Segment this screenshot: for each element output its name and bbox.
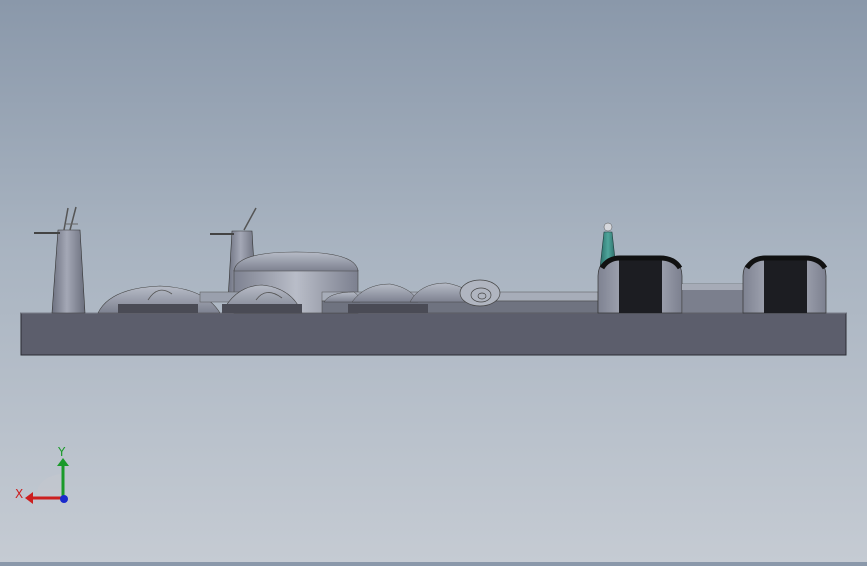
cad-3d-viewport[interactable]: Y X (0, 0, 867, 562)
y-axis-label: Y (57, 445, 66, 459)
cabinet-left (597, 255, 683, 314)
left-chimney (34, 206, 86, 314)
x-axis-label: X (15, 487, 23, 501)
left-dome (97, 285, 241, 314)
cabinet-right (742, 255, 828, 314)
axis-triad: Y X (15, 445, 69, 504)
coil-element (459, 279, 501, 307)
model-view[interactable]: Y X (0, 0, 867, 562)
base-plate (20, 312, 847, 356)
z-axis-dot (60, 495, 68, 503)
